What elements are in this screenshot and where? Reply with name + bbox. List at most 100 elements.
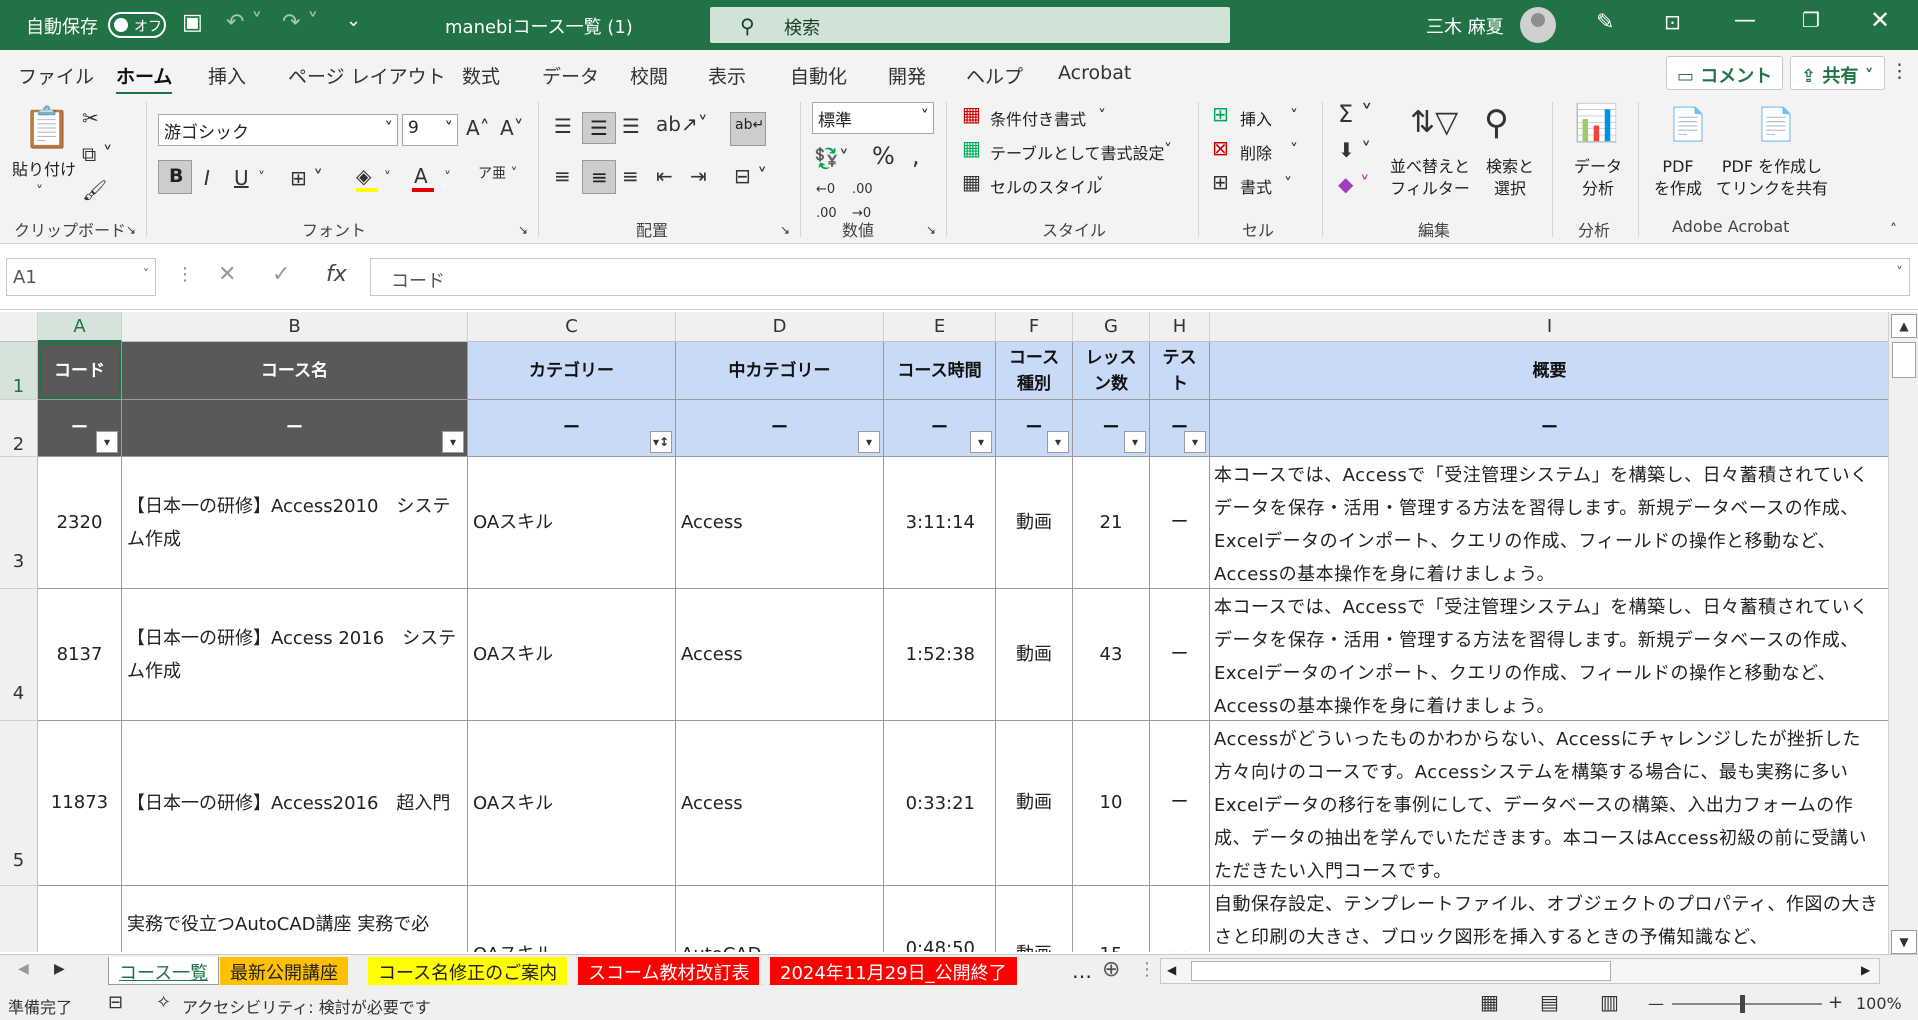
filter-dropdown-icon[interactable]: ▾: [970, 431, 992, 453]
quick-access-menu-icon[interactable]: ⌄: [346, 10, 361, 31]
cell-style-button[interactable]: セルのスタイル: [990, 174, 1102, 198]
align-center-button[interactable]: ≡: [582, 160, 616, 194]
accessibility-icon[interactable]: ✧: [156, 992, 171, 1013]
paste-dropdown-icon[interactable]: ˅: [36, 180, 43, 204]
clipboard-launcher-icon[interactable]: ↘: [126, 218, 136, 242]
delete-cells-button[interactable]: 削除: [1240, 140, 1272, 164]
header-category[interactable]: カテゴリー: [468, 342, 676, 400]
fill-icon[interactable]: ⬇ ˅: [1338, 138, 1371, 162]
sort-filter-button[interactable]: 並べ替えと フィルター: [1390, 156, 1470, 200]
zoom-out-icon[interactable]: —: [1648, 994, 1664, 1013]
header-course-time[interactable]: コース時間: [884, 342, 996, 400]
redo-icon[interactable]: ↷ ˅: [282, 10, 318, 35]
filter-cell-test[interactable]: ー ▾: [1150, 400, 1210, 457]
column-header-a[interactable]: A: [38, 312, 122, 342]
header-summary[interactable]: 概要: [1210, 342, 1888, 400]
number-format-select[interactable]: 標準 ˅: [812, 102, 934, 134]
header-course-name[interactable]: コース名: [122, 342, 468, 400]
pen-icon[interactable]: ✎: [1596, 10, 1614, 35]
filter-dropdown-icon[interactable]: ▾: [1184, 431, 1206, 453]
cell-course-type[interactable]: 動画: [996, 886, 1073, 952]
zoom-level[interactable]: 100%: [1856, 994, 1902, 1013]
alignment-launcher-icon[interactable]: ↘: [780, 218, 790, 242]
percent-icon[interactable]: %: [872, 144, 895, 168]
ribbon-display-icon[interactable]: ⊡: [1664, 10, 1681, 34]
page-break-view-icon[interactable]: ▥: [1600, 990, 1619, 1014]
sheet-tab-ended[interactable]: 2024年11月29日_公開終了: [770, 957, 1017, 985]
filter-cell-course-type[interactable]: ー ▾: [996, 400, 1073, 457]
insert-cells-button[interactable]: 挿入: [1240, 106, 1272, 130]
cell-subcategory[interactable]: Access: [676, 721, 884, 886]
data-analysis-button[interactable]: データ 分析: [1574, 156, 1622, 200]
cancel-icon[interactable]: ✕: [218, 262, 236, 287]
normal-view-icon[interactable]: ▦: [1480, 990, 1499, 1014]
column-header-b[interactable]: B: [122, 312, 468, 342]
scroll-right-icon[interactable]: ▶: [1861, 963, 1870, 977]
filter-cell-code[interactable]: ー ▾: [38, 400, 122, 457]
save-icon[interactable]: ▣: [182, 10, 203, 35]
fill-dropdown-icon[interactable]: ˅: [384, 166, 391, 190]
wrap-text-button[interactable]: ab↵: [730, 112, 766, 146]
zoom-slider-thumb[interactable]: [1740, 995, 1745, 1013]
cell-lessons[interactable]: 21: [1073, 457, 1150, 589]
tab-page-layout[interactable]: ページ レイアウト: [288, 62, 446, 89]
filter-cell-summary[interactable]: ー: [1210, 400, 1888, 457]
tab-split-icon[interactable]: ⋮: [1138, 959, 1156, 980]
cell-course-type[interactable]: 動画: [996, 457, 1073, 589]
font-color-icon[interactable]: A: [414, 164, 428, 188]
sheet-tab-latest[interactable]: 最新公開講座: [220, 957, 348, 985]
phonetic-icon[interactable]: ア亜 ˅: [478, 162, 517, 186]
avatar[interactable]: [1520, 7, 1556, 43]
header-lessons[interactable]: レッスン数: [1073, 342, 1150, 400]
filter-dropdown-icon[interactable]: ▾: [1124, 431, 1146, 453]
cell-summary[interactable]: 本コースでは、Accessで「受注管理システム」を構築し、日々蓄積されていくデー…: [1210, 457, 1888, 589]
vertical-scrollbar[interactable]: ▲ ▼: [1888, 312, 1918, 958]
cut-icon[interactable]: ✂: [82, 106, 99, 130]
cell-lessons[interactable]: 15: [1073, 886, 1150, 952]
decrease-font-icon[interactable]: A˅: [500, 116, 524, 140]
name-box[interactable]: A1 ˅: [6, 258, 156, 296]
cell-summary[interactable]: 本コースでは、Accessで「受注管理システム」を構築し、日々蓄積されていくデー…: [1210, 589, 1888, 721]
cell-course-time[interactable]: 1:52:38: [884, 589, 996, 721]
undo-icon[interactable]: ↶ ˅: [226, 10, 262, 35]
row-header-3[interactable]: 3: [0, 457, 38, 589]
align-right-icon[interactable]: ≡: [622, 164, 639, 188]
status-accessibility[interactable]: アクセシビリティ: 検討が必要です: [182, 994, 431, 1018]
font-name-select[interactable]: 游ゴシック ˅: [158, 114, 398, 146]
row-header-4[interactable]: 4: [0, 589, 38, 721]
scroll-up-icon[interactable]: ▲: [1891, 314, 1917, 338]
cell-code[interactable]: 8137: [38, 589, 122, 721]
page-layout-view-icon[interactable]: ▤: [1540, 990, 1559, 1014]
cell-course-time[interactable]: 0:48:50: [884, 886, 996, 952]
zoom-in-icon[interactable]: +: [1828, 992, 1843, 1013]
cell-lessons[interactable]: 10: [1073, 721, 1150, 886]
font-color-dropdown-icon[interactable]: ˅: [444, 166, 451, 190]
header-course-type[interactable]: コース種別: [996, 342, 1073, 400]
cell-category[interactable]: OAスキル: [468, 886, 676, 952]
cell-subcategory[interactable]: Access: [676, 589, 884, 721]
next-sheet-icon[interactable]: ▶: [54, 961, 65, 977]
tab-file[interactable]: ファイル: [18, 62, 94, 89]
scroll-thumb[interactable]: [1892, 342, 1916, 378]
restore-icon[interactable]: ❐: [1802, 8, 1820, 32]
select-all-corner[interactable]: [0, 312, 38, 342]
cell-course-time[interactable]: 0:33:21: [884, 721, 996, 886]
align-bottom-icon[interactable]: ☰: [622, 114, 640, 138]
column-header-e[interactable]: E: [884, 312, 996, 342]
more-icon[interactable]: ⋮: [1890, 60, 1909, 82]
cell-code[interactable]: 8582: [38, 886, 122, 952]
cell-summary[interactable]: 自動保存設定、テンプレートファイル、オブジェクトのプロパティ、作図の大きさと印刷…: [1210, 886, 1888, 952]
italic-button[interactable]: I: [204, 166, 210, 190]
filter-dropdown-icon[interactable]: ▾: [858, 431, 880, 453]
filter-cell-course-time[interactable]: ー ▾: [884, 400, 996, 457]
header-test[interactable]: テスト: [1150, 342, 1210, 400]
font-launcher-icon[interactable]: ↘: [518, 218, 528, 242]
tab-formulas[interactable]: 数式: [462, 62, 500, 89]
merge-center-icon[interactable]: ⊟ ˅: [734, 164, 767, 188]
minimize-icon[interactable]: —: [1734, 8, 1756, 33]
cell-test[interactable]: ー: [1150, 721, 1210, 886]
conditional-format-button[interactable]: 条件付き書式: [990, 106, 1086, 130]
sheet-tab-name-fix[interactable]: コース名修正のご案内: [368, 957, 568, 985]
autosum-icon[interactable]: Σ ˅: [1338, 102, 1373, 126]
autosave-toggle[interactable]: オフ: [108, 12, 166, 38]
